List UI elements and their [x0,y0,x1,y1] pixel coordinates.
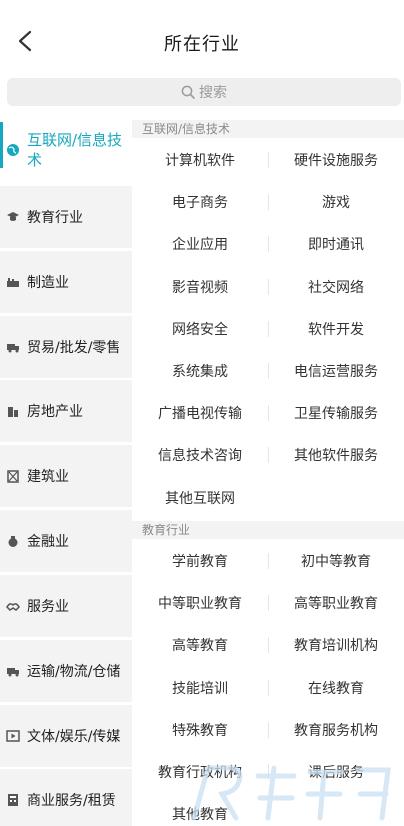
building-icon [4,402,22,420]
industry-option[interactable]: 卫星传输服务 [268,392,404,434]
header-bar: 所在行业 [0,0,404,70]
media-player-icon [4,727,22,745]
industry-option[interactable]: 企业应用 [132,223,268,265]
column-divider [268,363,269,379]
column-divider [268,721,269,738]
sidebar-item-label: 文体/娱乐/传媒 [27,729,121,745]
column-divider [268,595,269,612]
delivery-truck-icon [4,662,22,680]
industry-option[interactable]: 网络安全 [132,308,268,350]
industry-option[interactable]: 影音视频 [132,266,268,308]
page-title: 所在行业 [164,34,240,55]
industry-option[interactable]: 中等职业教育 [132,582,268,624]
sidebar-item-label: 商业服务/租赁 [27,793,116,809]
industry-option[interactable]: 高等教育 [132,624,268,666]
sidebar-item[interactable]: 互联网/信息技术 [0,114,132,176]
industry-option[interactable]: 教育服务机构 [268,709,404,751]
industry-option[interactable]: 电子商务 [132,181,268,223]
column-divider [268,278,269,295]
column-divider [268,637,269,654]
industry-option[interactable]: 其他互联网 [132,477,268,519]
sub-industry-list: 互联网/信息技术 计算机软件 硬件设施服务 电子商务 游戏 企业应用 即时通讯 影音视频 社交网… [132,114,404,826]
calculator-icon [4,791,22,809]
industry-option[interactable]: 课后服务 [268,751,404,793]
industry-option[interactable]: 教育培训机构 [268,624,404,666]
sidebar-item[interactable]: 商业服务/租赁 [0,769,132,826]
industry-option[interactable]: 特殊教育 [132,709,268,751]
section-title: 教育行业 [132,521,404,539]
globe-icon [4,141,22,159]
construction-icon [4,467,22,485]
sidebar-item-label: 制造业 [27,275,69,291]
industry-option[interactable]: 技能培训 [132,667,268,709]
active-indicator [0,122,3,168]
factory-icon [4,273,22,291]
sidebar-item[interactable]: 运输/物流/仓储 [0,640,132,702]
industry-option[interactable]: 教育行政机构 [132,751,268,793]
sidebar-item-label: 房地产业 [27,404,83,420]
sidebar-item[interactable]: 教育行业 [0,186,132,248]
industry-option[interactable]: 电信运营服务 [268,350,404,392]
sidebar-item-label: 贸易/批发/零售 [27,340,121,356]
column-divider [268,320,269,337]
industry-option[interactable]: 计算机软件 [132,139,268,181]
industry-option[interactable]: 系统集成 [132,350,268,392]
industry-option[interactable]: 其他教育 [132,793,268,826]
industry-option[interactable]: 广播电视传输 [132,392,268,434]
sidebar-item[interactable]: 贸易/批发/零售 [0,316,132,378]
industry-option[interactable]: 游戏 [268,181,404,223]
sidebar-item-label: 服务业 [27,599,69,615]
industry-option[interactable]: 社交网络 [268,266,404,308]
search-placeholder: 搜索 [199,85,227,101]
sidebar-item[interactable]: 服务业 [0,575,132,637]
sidebar-item-label: 互联网/信息技术 [27,131,123,169]
sidebar-item-label: 金融业 [27,534,69,550]
section-title: 互联网/信息技术 [132,120,404,138]
sidebar-item-label: 运输/物流/仓储 [27,664,121,680]
industry-sidebar: 互联网/信息技术教育行业制造业贸易/批发/零售 房地产业建筑业金融业服务业运输/物… [0,114,132,826]
sidebar-item-label: 教育行业 [27,210,83,226]
industry-option[interactable]: 即时通讯 [268,223,404,265]
sidebar-item[interactable]: 制造业 [0,251,132,313]
graduation-cap-icon [4,208,22,226]
column-divider [268,447,269,464]
column-divider [268,405,269,422]
truck-icon [4,338,22,356]
column-divider [268,764,269,780]
industry-option[interactable]: 学前教育 [132,540,268,582]
sidebar-item[interactable]: 建筑业 [0,445,132,507]
industry-option[interactable]: 信息技术咨询 [132,434,268,476]
search-input[interactable]: 搜索 [7,78,401,106]
industry-option[interactable]: 其他软件服务 [268,434,404,476]
column-divider [268,553,269,569]
industry-option[interactable]: 软件开发 [268,308,404,350]
sidebar-item[interactable]: 房地产业 [0,380,132,442]
column-divider [268,679,269,696]
column-divider [268,194,269,211]
industry-option[interactable]: 初中等教育 [268,540,404,582]
sidebar-item-label: 建筑业 [27,469,69,485]
sidebar-item[interactable]: 金融业 [0,510,132,572]
column-divider [268,152,269,168]
industry-option[interactable]: 在线教育 [268,667,404,709]
column-divider [268,236,269,253]
search-bar: 搜索 [0,70,404,114]
handshake-icon [4,597,22,615]
industry-option[interactable]: 高等职业教育 [268,582,404,624]
industry-option[interactable]: 硬件设施服务 [268,139,404,181]
sidebar-item[interactable]: 文体/娱乐/传媒 [0,705,132,767]
search-icon [181,85,195,99]
money-bag-icon [4,532,22,550]
